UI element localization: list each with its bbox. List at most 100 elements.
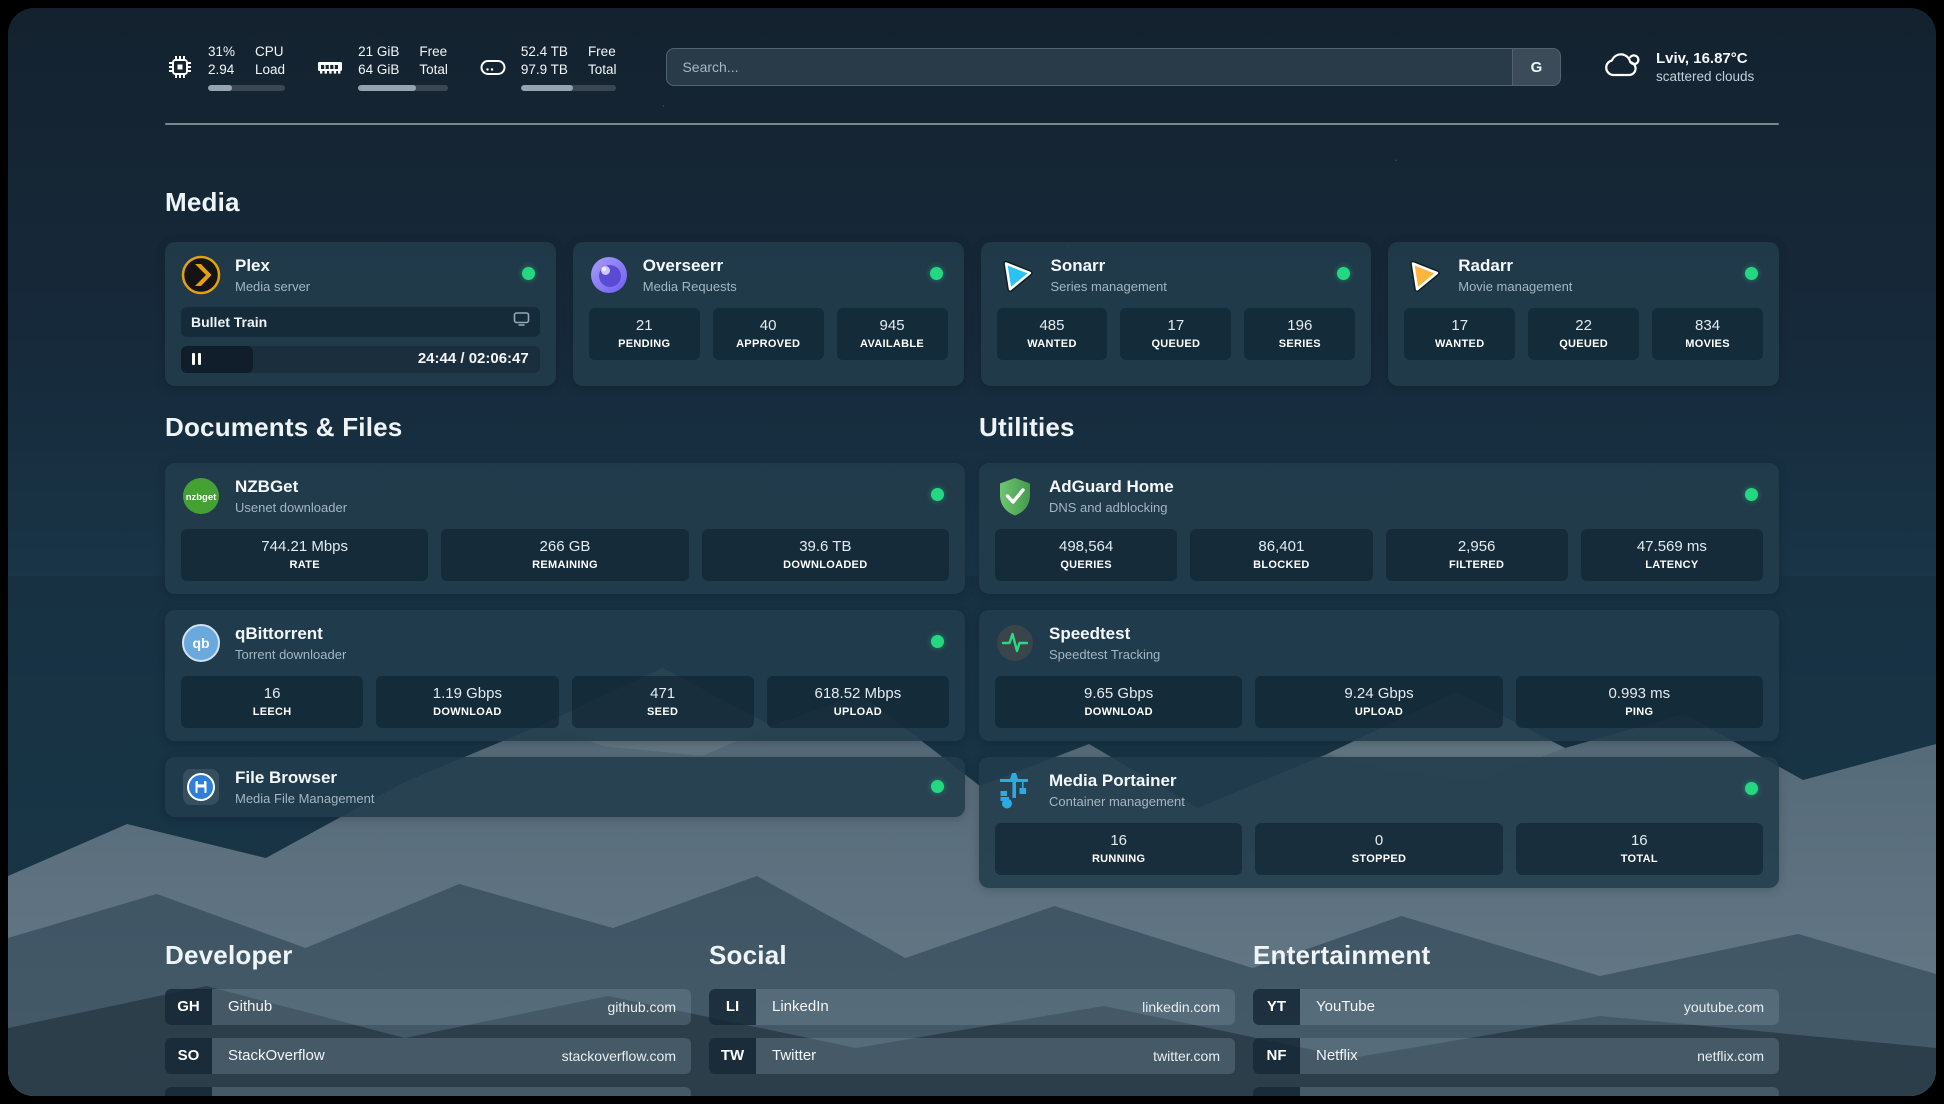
radarr-name: Radarr bbox=[1458, 256, 1572, 276]
sonarr-series-tile: 196 SERIES bbox=[1244, 308, 1355, 360]
adguard-latency-tile: 47.569 ms LATENCY bbox=[1581, 529, 1763, 581]
adguard-card[interactable]: AdGuard Home DNS and adblocking 498,564 … bbox=[979, 463, 1779, 594]
bookmark-youtube[interactable]: YT YouTube youtube.com bbox=[1253, 989, 1779, 1025]
twitter-abbr: TW bbox=[709, 1038, 756, 1074]
speedtest-icon bbox=[995, 623, 1035, 663]
adguard-status-dot bbox=[1745, 488, 1758, 501]
plex-subtitle: Media server bbox=[235, 279, 310, 294]
youtube-abbr: YT bbox=[1253, 989, 1300, 1025]
filebrowser-name: File Browser bbox=[235, 768, 374, 788]
portainer-subtitle: Container management bbox=[1049, 794, 1185, 809]
cpu-percent: 31% bbox=[208, 43, 235, 61]
cpu-stat: 31% 2.94 CPU Load bbox=[165, 43, 285, 91]
nzbget-status-dot bbox=[931, 488, 944, 501]
plex-status-dot bbox=[522, 267, 535, 280]
bookmark-reddit[interactable]: RE Reddit reddit.com bbox=[1253, 1087, 1779, 1097]
radarr-card[interactable]: Radarr Movie management 17 WANTED 22 QUE… bbox=[1388, 242, 1779, 386]
bookmark-netflix[interactable]: NF Netflix netflix.com bbox=[1253, 1038, 1779, 1074]
qbittorrent-download-tile: 1.19 Gbps DOWNLOAD bbox=[376, 676, 558, 728]
memory-label-2: Total bbox=[419, 61, 448, 79]
adguard-subtitle: DNS and adblocking bbox=[1049, 500, 1174, 515]
portainer-icon bbox=[995, 770, 1035, 810]
radarr-icon bbox=[1404, 255, 1444, 295]
qbittorrent-upload-tile: 618.52 Mbps UPLOAD bbox=[767, 676, 949, 728]
radarr-subtitle: Movie management bbox=[1458, 279, 1572, 294]
utilities-section-title: Utilities bbox=[979, 412, 1779, 443]
developer-section: Developer GH Github github.com SO StackO… bbox=[165, 940, 691, 1097]
radarr-queued-tile: 22 QUEUED bbox=[1528, 308, 1639, 360]
svg-text:nzbget: nzbget bbox=[186, 492, 217, 503]
plex-card[interactable]: Plex Media server Bullet Train bbox=[165, 242, 556, 386]
memory-free-value: 21 GiB bbox=[358, 43, 399, 61]
nzbget-card[interactable]: nzbget NZBGet Usenet downloader 744. bbox=[165, 463, 965, 594]
stackoverflow-abbr: SO bbox=[165, 1038, 212, 1074]
portainer-name: Media Portainer bbox=[1049, 771, 1185, 791]
bookmark-dev[interactable]: DT DEV dev.to bbox=[165, 1087, 691, 1097]
qbittorrent-card[interactable]: qb qBittorrent Torrent downloader 16 bbox=[165, 610, 965, 741]
linkedin-abbr: LI bbox=[709, 989, 756, 1025]
portainer-status-dot bbox=[1745, 782, 1758, 795]
bookmark-stackoverflow[interactable]: SO StackOverflow stackoverflow.com bbox=[165, 1038, 691, 1074]
filebrowser-status-dot bbox=[931, 780, 944, 793]
disk-label-1: Free bbox=[588, 43, 617, 61]
radarr-status-dot bbox=[1745, 267, 1758, 280]
svg-text:qb: qb bbox=[192, 635, 209, 651]
bookmark-linkedin[interactable]: LI LinkedIn linkedin.com bbox=[709, 989, 1235, 1025]
weather-location-temp: Lviv, 16.87°C bbox=[1656, 50, 1754, 67]
filebrowser-icon bbox=[181, 767, 221, 807]
memory-icon bbox=[315, 52, 345, 82]
cpu-load-value: 2.94 bbox=[208, 61, 235, 79]
overseerr-name: Overseerr bbox=[643, 256, 737, 276]
nzbget-subtitle: Usenet downloader bbox=[235, 500, 347, 515]
memory-progress-bar bbox=[358, 85, 448, 91]
sonarr-subtitle: Series management bbox=[1051, 279, 1167, 294]
reddit-abbr: RE bbox=[1253, 1087, 1300, 1097]
portainer-total-tile: 16 TOTAL bbox=[1516, 823, 1763, 875]
media-grid: Plex Media server Bullet Train bbox=[165, 242, 1779, 386]
sonarr-icon bbox=[997, 255, 1037, 295]
speedtest-download-tile: 9.65 Gbps DOWNLOAD bbox=[995, 676, 1242, 728]
radarr-movies-tile: 834 MOVIES bbox=[1652, 308, 1763, 360]
weather-widget: Lviv, 16.87°C scattered clouds bbox=[1603, 49, 1779, 86]
cpu-label-1: CPU bbox=[255, 43, 285, 61]
adguard-name: AdGuard Home bbox=[1049, 477, 1174, 497]
speedtest-card[interactable]: Speedtest Speedtest Tracking 9.65 Gbps D… bbox=[979, 610, 1779, 741]
adguard-icon bbox=[995, 476, 1035, 516]
search-input[interactable] bbox=[666, 48, 1561, 86]
nzbget-downloaded-tile: 39.6 TB DOWNLOADED bbox=[702, 529, 949, 581]
cpu-progress-bar bbox=[208, 85, 285, 91]
qbittorrent-leech-tile: 16 LEECH bbox=[181, 676, 363, 728]
overseerr-approved-tile: 40 APPROVED bbox=[713, 308, 824, 360]
disk-free-value: 52.4 TB bbox=[521, 43, 568, 61]
filebrowser-card[interactable]: File Browser Media File Management bbox=[165, 757, 965, 817]
pause-icon[interactable] bbox=[192, 353, 201, 365]
search-engine-button[interactable]: G bbox=[1512, 49, 1560, 85]
adguard-filtered-tile: 2,956 FILTERED bbox=[1386, 529, 1568, 581]
disk-progress-bar bbox=[521, 85, 617, 91]
nzbget-rate-tile: 744.21 Mbps RATE bbox=[181, 529, 428, 581]
sonarr-queued-tile: 17 QUEUED bbox=[1120, 308, 1231, 360]
cpu-label-2: Load bbox=[255, 61, 285, 79]
nzbget-icon: nzbget bbox=[181, 476, 221, 516]
overseerr-card[interactable]: Overseerr Media Requests 21 PENDING 40 A… bbox=[573, 242, 964, 386]
portainer-running-tile: 16 RUNNING bbox=[995, 823, 1242, 875]
bookmark-github[interactable]: GH Github github.com bbox=[165, 989, 691, 1025]
entertainment-section: Entertainment YT YouTube youtube.com NF … bbox=[1253, 940, 1779, 1097]
portainer-card[interactable]: Media Portainer Container management 16 … bbox=[979, 757, 1779, 888]
overseerr-available-tile: 945 AVAILABLE bbox=[837, 308, 948, 360]
bookmark-twitter[interactable]: TW Twitter twitter.com bbox=[709, 1038, 1235, 1074]
portainer-stopped-tile: 0 STOPPED bbox=[1255, 823, 1502, 875]
plex-now-playing-title: Bullet Train bbox=[191, 314, 513, 330]
overseerr-pending-tile: 21 PENDING bbox=[589, 308, 700, 360]
plex-now-playing-row: Bullet Train bbox=[181, 307, 540, 337]
adguard-blocked-tile: 86,401 BLOCKED bbox=[1190, 529, 1372, 581]
plex-player-bar[interactable]: 24:44 / 02:06:47 bbox=[181, 346, 540, 373]
github-abbr: GH bbox=[165, 989, 212, 1025]
qbittorrent-seed-tile: 471 SEED bbox=[572, 676, 754, 728]
dashboard-window: 31% 2.94 CPU Load bbox=[8, 8, 1936, 1096]
plex-name: Plex bbox=[235, 256, 310, 276]
documents-section-title: Documents & Files bbox=[165, 412, 965, 443]
adguard-queries-tile: 498,564 QUERIES bbox=[995, 529, 1177, 581]
qbittorrent-icon: qb bbox=[181, 623, 221, 663]
sonarr-card[interactable]: Sonarr Series management 485 WANTED 17 Q… bbox=[981, 242, 1372, 386]
